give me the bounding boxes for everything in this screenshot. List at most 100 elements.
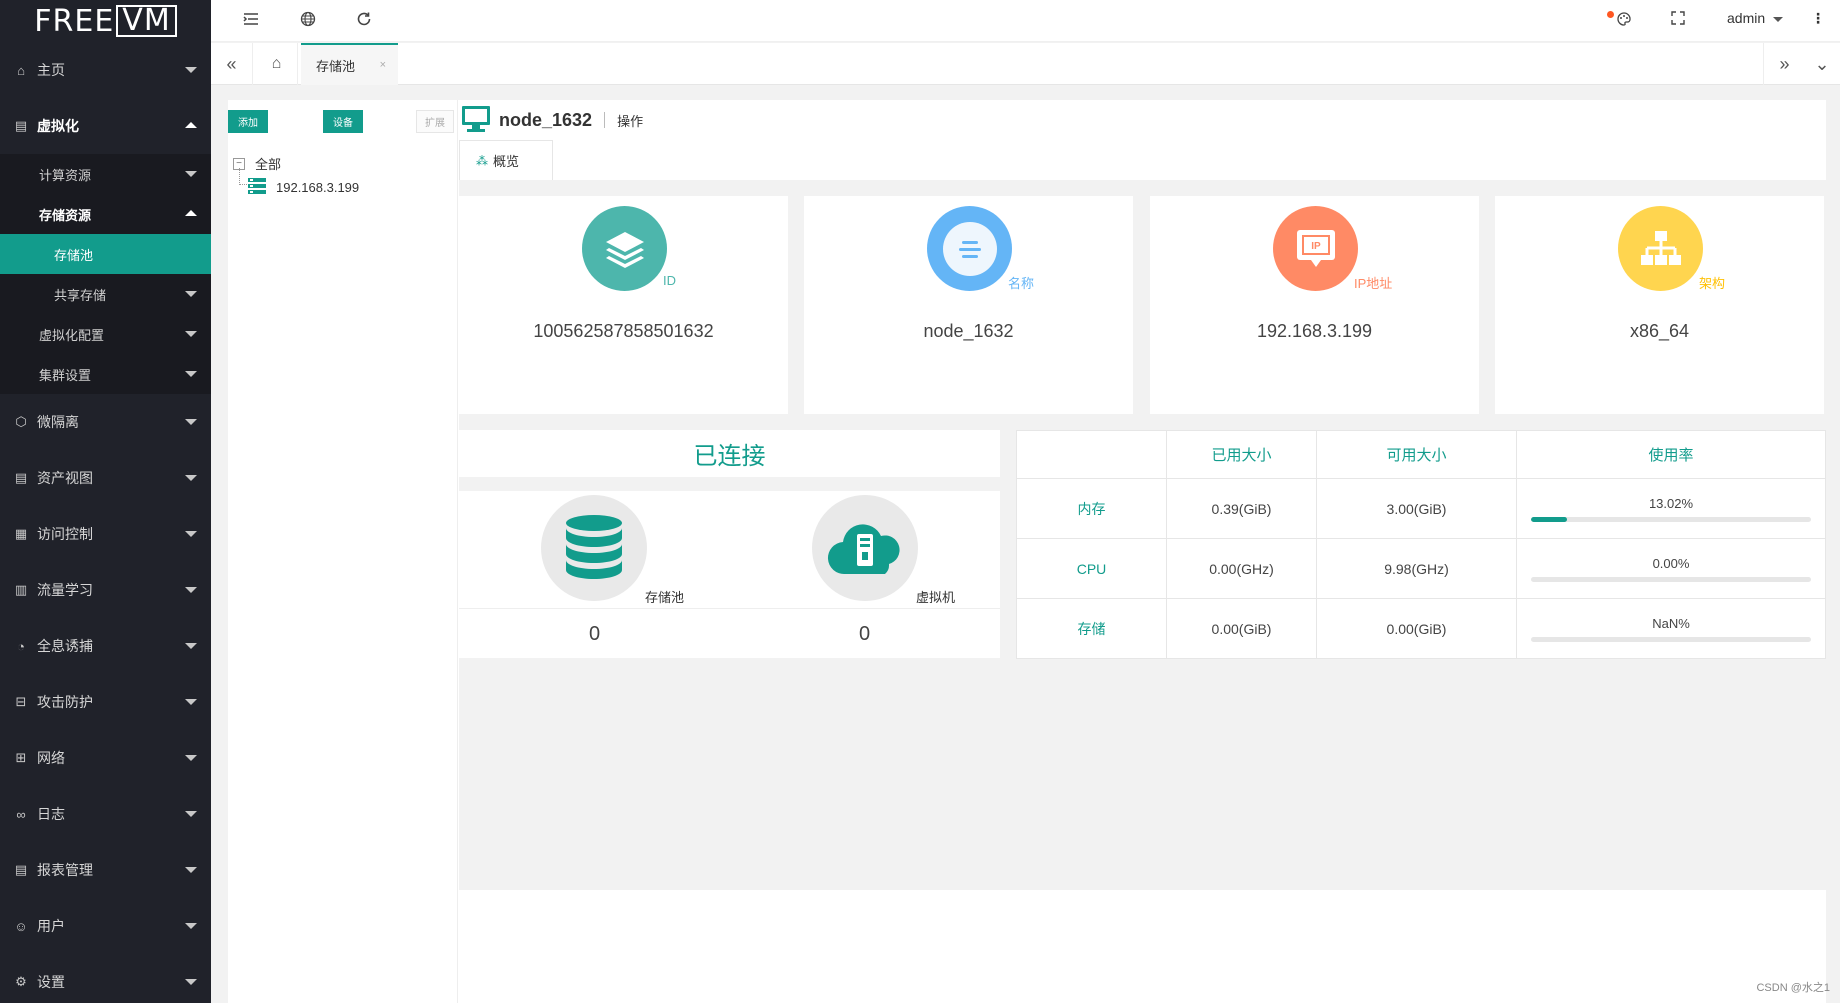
chevron-down-icon [185,699,197,705]
add-button[interactable]: 添加 [228,110,268,133]
sidebar-item-label: 虚拟化配置 [39,327,105,343]
home-tab-icon[interactable]: ⌂ [256,43,298,85]
row-name: 存储 [1016,598,1167,659]
tab-storage-pool[interactable]: 存储池 × [301,43,398,85]
sidebar-item-storage-pool[interactable]: 存储池 [0,234,211,274]
sidebar-item-traffic-learning[interactable]: ▥ 流量学习 [0,562,211,618]
sidebar-item-shared-storage[interactable]: 共享存储 [0,274,211,314]
logo-text-vm: VM [116,5,177,37]
card-value: 100562587858501632 [533,321,714,341]
sidebar-item-label: 虚拟化 [37,118,79,134]
table-row: CPU 0.00(GHz) 9.98(GHz) 0.00% [1016,538,1826,599]
connection-panel: 已连接 存储池 虚拟机 0 0 [459,430,1000,658]
chevron-down-icon [185,371,197,377]
sidebar-item-label: 计算资源 [39,167,92,183]
main-area: node_1632 操作 ⁂ 概览 ID 100562587858501632 … [459,100,1826,1003]
card-label: ID [663,273,676,288]
column-header: 已用大小 [1166,430,1317,479]
available-size: 3.00(GiB) [1316,478,1517,539]
chevron-down-icon [185,979,197,985]
log-icon: ∞ [16,806,26,822]
available-size: 0.00(GiB) [1316,598,1517,659]
close-icon[interactable]: × [380,59,386,71]
tree-root-label: 全部 [255,157,282,172]
sidebar-item-virt-config[interactable]: 虚拟化配置 [0,314,211,354]
sidebar-item-label: 主页 [37,62,65,78]
chevron-down-icon [185,755,197,761]
usage-rate: 13.02% [1648,495,1694,511]
chevron-down-icon [185,475,197,481]
sidebar-item-virtualization[interactable]: ▤ 虚拟化 [0,98,211,154]
sidebar-item-home[interactable]: ⌂ 主页 [0,42,211,98]
progress-bar [1531,636,1811,642]
sidebar-item-settings[interactable]: ⚙ 设置 [0,954,211,1003]
globe-icon[interactable] [300,11,316,32]
content-area: 添加 设备 扩展 − 全部 192.168.3.199 node_1632 操作… [228,100,1826,1003]
user-menu[interactable]: admin [1727,10,1784,26]
sidebar-item-compute[interactable]: 计算资源 [0,154,211,194]
ip-icon: IP [1273,206,1358,291]
tree-node-label: 192.168.3.199 [276,180,360,195]
usage-rate: NaN% [1652,615,1690,631]
sidebar-item-attack-protection[interactable]: ⊟ 攻击防护 [0,674,211,730]
sidebar-item-log[interactable]: ∞ 日志 [0,786,211,842]
sidebar-item-honeypot[interactable]: ◔ 全息诱捕 [0,618,211,674]
sidebar-item-label: 存储池 [54,247,94,263]
sidebar-item-micro-isolation[interactable]: ⬡ 微隔离 [0,394,211,450]
sidebar-item-label: 访问控制 [37,526,93,542]
card-value: node_1632 [923,321,1014,341]
scroll-right-icon[interactable]: » [1763,43,1805,85]
sidebar-item-access-control[interactable]: ▦ 访问控制 [0,506,211,562]
sidebar-item-label: 攻击防护 [37,694,93,710]
device-button[interactable]: 设备 [323,110,363,133]
used-size: 0.00(GHz) [1166,538,1317,599]
sidebar-item-label: 日志 [37,806,65,822]
storage-pool-icon [541,495,647,601]
chevron-down-icon [185,171,197,177]
sidebar-item-label: 用户 [37,918,65,934]
tree-node[interactable]: 192.168.3.199 [248,178,359,197]
refresh-icon[interactable] [356,11,372,32]
operation-menu[interactable]: 操作 [617,111,643,130]
column-header: 可用大小 [1316,430,1517,479]
chevron-up-icon [185,122,197,128]
tab-overview[interactable]: ⁂ 概览 [459,140,553,180]
sidebar-item-cluster[interactable]: 集群设置 [0,354,211,394]
sidebar-item-label: 共享存储 [54,287,107,303]
connection-status: 已连接 [459,430,1000,477]
watermark: CSDN @水之1 [1756,982,1830,994]
menu-collapse-icon[interactable] [243,11,259,32]
chevron-down-icon [185,587,197,593]
row-name: CPU [1016,538,1167,599]
sidebar-item-report[interactable]: ▤ 报表管理 [0,842,211,898]
progress-fill [1531,516,1568,522]
sidebar-item-label: 流量学习 [37,582,93,598]
sidebar-item-asset-view[interactable]: ▤ 资产视图 [0,450,211,506]
user-icon: ☺ [14,918,28,934]
layers-icon [582,206,667,291]
fullscreen-icon[interactable] [1671,11,1685,30]
server-icon [248,178,266,197]
sidebar-item-storage[interactable]: 存储资源 [0,194,211,234]
connection-body: 存储池 虚拟机 0 0 [459,491,1000,658]
vm-label: 虚拟机 [916,590,956,605]
column-header: 使用率 [1516,430,1826,479]
grid-icon: ⁂ [476,153,488,168]
tree-panel: 添加 设备 扩展 − 全部 192.168.3.199 [228,100,458,1003]
sidebar-item-network[interactable]: ⊞ 网络 [0,730,211,786]
virtualization-submenu: 计算资源 存储资源 存储池 共享存储 虚拟化配置 集群设置 [0,154,211,394]
sidebar-item-user[interactable]: ☺ 用户 [0,898,211,954]
asset-view-icon: ▤ [14,470,28,485]
tab-menu-chevron-icon[interactable]: ⌄ [1801,43,1840,85]
more-vertical-icon[interactable]: ⋮ [1811,10,1825,27]
tab-bar: « ⌂ 存储池 × » ⌄ [211,43,1840,85]
node-title: node_1632 [499,109,593,130]
row-name: 内存 [1016,478,1167,539]
chevron-up-icon [185,210,197,216]
used-size: 0.39(GiB) [1166,478,1317,539]
scroll-left-icon[interactable]: « [211,43,253,85]
chevron-down-icon [185,331,197,337]
theme-palette-icon[interactable] [1616,11,1632,32]
column-header [1016,430,1167,479]
sidebar-item-label: 资产视图 [37,470,93,486]
